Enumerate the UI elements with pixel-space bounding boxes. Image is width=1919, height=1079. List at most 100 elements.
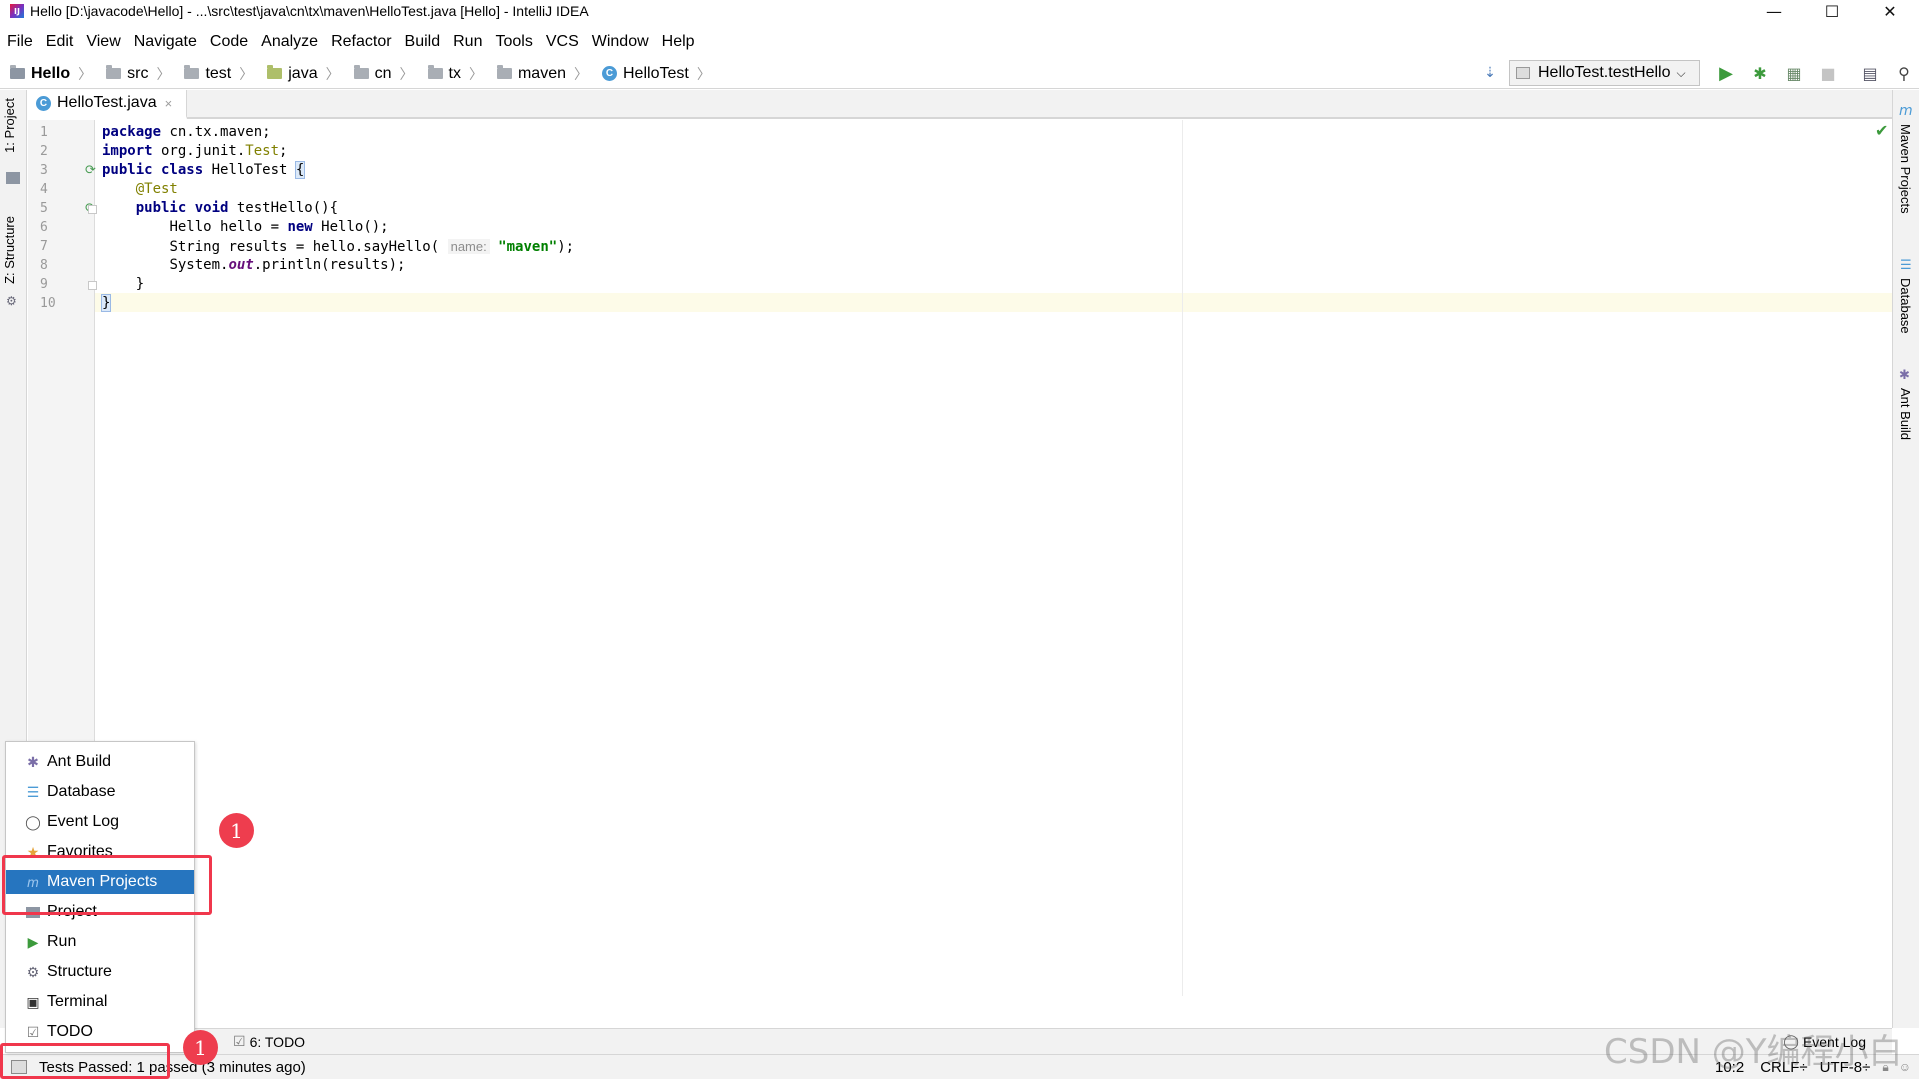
tab-todo[interactable]: ☑ 6: TODO: [233, 1033, 305, 1050]
maven-icon: m: [1899, 103, 1913, 119]
todo-icon: ☑: [26, 1023, 40, 1040]
event-log-icon: ◯: [25, 813, 41, 830]
title-bar: IJ Hello [D:\javacode\Hello] - ...\src\t…: [0, 0, 1919, 22]
search-icon[interactable]: ⚲: [1893, 62, 1915, 84]
tab-database[interactable]: Database: [1898, 278, 1913, 334]
code-line-4: @Test: [135, 181, 178, 197]
menu-run[interactable]: Run: [446, 33, 488, 51]
class-icon: C: [36, 95, 51, 111]
menu-file[interactable]: File: [0, 33, 39, 51]
menu-code[interactable]: Code: [203, 33, 254, 51]
current-line-highlight: [28, 293, 1892, 312]
analysis-ok-check-icon: ✔: [1875, 121, 1889, 140]
breadcrumb-hellotest[interactable]: C HelloTest 〉: [592, 64, 715, 84]
tab-maven-projects[interactable]: Maven Projects: [1898, 124, 1913, 214]
breadcrumb-java[interactable]: java 〉: [257, 64, 343, 84]
popup-item-todo[interactable]: ☑ TODO: [6, 1020, 194, 1044]
line-number: 8: [40, 258, 48, 273]
menu-build[interactable]: Build: [398, 33, 447, 51]
close-button[interactable]: ✕: [1861, 0, 1919, 22]
code-line-2: import org.junit.Test;: [102, 143, 288, 159]
fold-marker[interactable]: [88, 205, 97, 214]
popup-item-run[interactable]: ▶ Run: [6, 930, 194, 954]
code-line-8: System.out.println(results);: [169, 257, 406, 273]
run-configuration-dropdown[interactable]: HelloTest.testHello ⌵: [1509, 60, 1700, 86]
database-icon: ☰: [1900, 258, 1912, 273]
tab-structure[interactable]: Z: Structure: [2, 216, 17, 284]
editor-tab-bar: C HelloTest.java ×: [28, 90, 1892, 119]
ant-icon: ✱: [27, 753, 39, 770]
minimize-button[interactable]: —: [1745, 0, 1803, 22]
code-line-6: Hello hello = new Hello();: [169, 219, 389, 235]
popup-item-database[interactable]: ☰ Database: [6, 780, 194, 804]
popup-item-event-log[interactable]: ◯ Event Log: [6, 810, 194, 834]
menu-window[interactable]: Window: [585, 33, 655, 51]
line-number: 4: [40, 182, 48, 197]
window-title: Hello [D:\javacode\Hello] - ...\src\test…: [30, 3, 589, 19]
chevron-right-icon: 〉: [156, 65, 171, 82]
annotation-highlight-status: [0, 1043, 170, 1079]
ant-icon: ✱: [1899, 368, 1910, 383]
line-number: 2: [40, 144, 48, 159]
breadcrumb-tx[interactable]: tx 〉: [418, 64, 487, 84]
stop-icon[interactable]: ■: [1817, 62, 1839, 84]
project-structure-icon[interactable]: ▤: [1859, 62, 1881, 84]
tab-ant-build[interactable]: Ant Build: [1898, 388, 1913, 440]
folder-icon: [6, 172, 20, 184]
coverage-icon[interactable]: ▦: [1783, 62, 1805, 84]
right-tool-strip: m Maven Projects ☰ Database ✱ Ant Build: [1892, 90, 1919, 1028]
chevron-right-icon: 〉: [574, 65, 588, 82]
menu-tools[interactable]: Tools: [488, 33, 538, 51]
menu-help[interactable]: Help: [655, 33, 701, 51]
menu-vcs[interactable]: VCS: [539, 33, 585, 51]
run-icon[interactable]: ▶: [1715, 62, 1737, 84]
project-folder-icon: [10, 65, 25, 79]
folder-icon: [106, 65, 122, 79]
annotation-badge-1: 1: [219, 813, 254, 848]
code-line-1: package cn.tx.maven;: [102, 124, 271, 140]
breadcrumb-cn[interactable]: cn 〉: [344, 64, 418, 84]
popup-item-structure[interactable]: ⚙ Structure: [6, 960, 194, 984]
close-icon[interactable]: ×: [165, 96, 173, 111]
watermark: CSDN @Y编程小白: [1604, 1032, 1903, 1072]
run-test-gutter-icon[interactable]: ⟳: [85, 163, 96, 178]
run-config-icon: [1516, 67, 1530, 79]
breadcrumb-maven[interactable]: maven 〉: [487, 64, 592, 84]
code-line-7: String results = hello.sayHello( name: "…: [169, 239, 575, 255]
tab-hellotest-java[interactable]: C HelloTest.java ×: [28, 90, 187, 119]
right-margin-guide: [1182, 120, 1183, 996]
line-number: 10: [40, 296, 56, 311]
maximize-button[interactable]: ☐: [1803, 0, 1861, 22]
build-sort-icon[interactable]: ⇣: [1479, 62, 1501, 84]
line-number: 6: [40, 220, 48, 235]
debug-icon[interactable]: ✱: [1749, 62, 1771, 84]
database-icon: ☰: [26, 783, 40, 800]
line-number: 7: [40, 239, 48, 254]
menu-view[interactable]: View: [79, 33, 126, 51]
package-icon: [353, 65, 369, 79]
breadcrumb-src[interactable]: src 〉: [96, 64, 174, 84]
menu-analyze[interactable]: Analyze: [254, 33, 324, 51]
play-icon: ▶: [27, 933, 39, 950]
chevron-right-icon: 〉: [696, 65, 711, 82]
line-number: 3: [40, 163, 48, 178]
structure-icon: ⚙: [26, 963, 40, 980]
menu-navigate[interactable]: Navigate: [127, 33, 203, 51]
popup-item-ant-build[interactable]: ✱ Ant Build: [6, 750, 194, 774]
breadcrumb-hello[interactable]: Hello 〉: [0, 64, 96, 84]
tab-project[interactable]: 1: Project: [2, 98, 17, 153]
chevron-right-icon: 〉: [78, 65, 93, 82]
package-icon: [496, 65, 512, 79]
popup-item-terminal[interactable]: ▣ Terminal: [6, 990, 194, 1014]
folder-icon: [184, 65, 200, 79]
menu-edit[interactable]: Edit: [39, 33, 80, 51]
chevron-right-icon: 〉: [239, 65, 254, 82]
parameter-hint: name:: [447, 239, 490, 254]
fold-marker[interactable]: [88, 281, 97, 290]
intellij-app-icon: IJ: [10, 4, 24, 18]
code-line-10: }: [100, 294, 112, 312]
code-line-9: }: [135, 276, 145, 292]
breadcrumb-test[interactable]: test 〉: [174, 64, 257, 84]
menu-refactor[interactable]: Refactor: [324, 33, 397, 51]
menu-bar: File Edit View Navigate Code Analyze Ref…: [0, 29, 1919, 55]
